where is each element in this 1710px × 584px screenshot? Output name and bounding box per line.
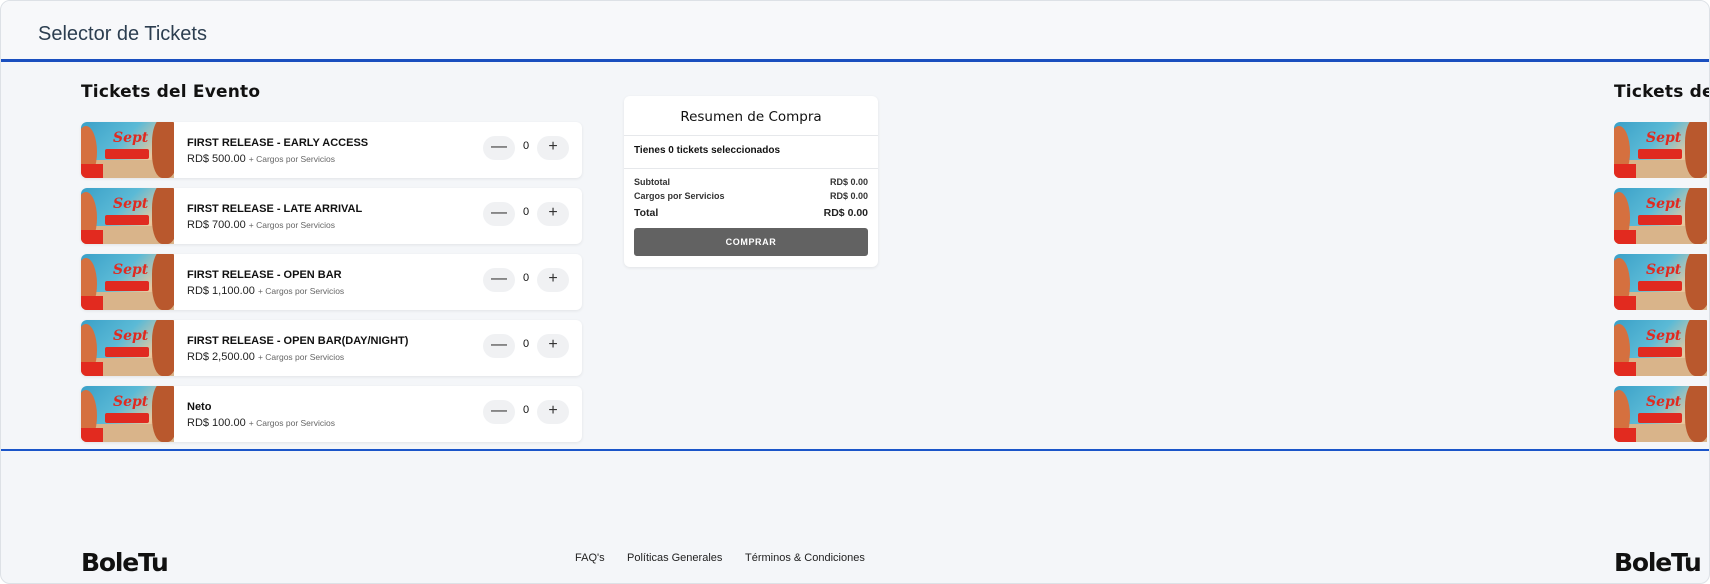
ticket-price: RD$ 2,500.00 + Cargos por Servicios	[187, 351, 344, 363]
event-image: Sept	[81, 188, 174, 244]
ticket-name: Neto	[187, 401, 212, 413]
buy-button[interactable]: COMPRAR	[634, 228, 868, 256]
event-image: Sept	[1614, 122, 1707, 178]
decrease-button[interactable]: —	[483, 400, 515, 424]
ticket-price: RD$ 500.00 + Cargos por Servicios	[187, 153, 335, 165]
brand-logo[interactable]: BoleTu	[1614, 548, 1702, 577]
brand-logo[interactable]: BoleTu	[81, 548, 169, 577]
event-image: Sept	[1614, 386, 1707, 442]
footer-link-policies[interactable]: Políticas Generales	[627, 552, 722, 564]
event-logo: Sept	[113, 394, 149, 410]
quantity-stepper: — 0 +	[483, 400, 569, 424]
event-logo: Sept	[113, 262, 149, 278]
ticket-name: FIRST RELEASE - LATE ARRIVAL	[187, 203, 363, 215]
ticket-price: RD$ 100.00 + Cargos por Servicios	[187, 417, 335, 429]
quantity-stepper: — 0 +	[483, 202, 569, 226]
ticket-price-value: RD$ 500.00	[187, 153, 246, 165]
ticket-row: Sept FIRST RELEASE - OPEN BAR RD$ 1,100.…	[81, 254, 582, 310]
quantity-value: 0	[522, 140, 530, 152]
event-image: Sept	[1614, 320, 1707, 376]
event-logo: Sept	[1646, 328, 1682, 344]
ticket-price-value: RD$ 100.00	[187, 417, 246, 429]
ticket-name: FIRST RELEASE - OPEN BAR	[187, 269, 342, 281]
ticket-fee-note: + Cargos por Servicios	[257, 352, 345, 362]
ticket-name: FIRST RELEASE - OPEN BAR(DAY/NIGHT)	[187, 335, 409, 347]
event-image: Sept	[81, 254, 174, 310]
page-footer: BoleTu FAQ's Políticas Generales Término…	[1, 453, 1709, 583]
increase-button[interactable]: +	[537, 400, 569, 424]
purchase-summary: Resumen de Compra Tienes 0 tickets selec…	[624, 96, 878, 267]
increase-button[interactable]: +	[537, 136, 569, 160]
ticket-row: Sept Neto RD$ 100.00 + Cargos por Servic…	[81, 386, 582, 442]
ticket-price: RD$ 1,100.00 + Cargos por Servicios	[187, 285, 344, 297]
quantity-value: 0	[522, 404, 530, 416]
event-logo: Sept	[1646, 262, 1682, 278]
decrease-button[interactable]: —	[483, 136, 515, 160]
quantity-value: 0	[522, 338, 530, 350]
quantity-stepper: — 0 +	[483, 136, 569, 160]
ticket-price: RD$ 700.00 + Cargos por Servicios	[187, 219, 335, 231]
decrease-button[interactable]: —	[483, 334, 515, 358]
subtotal-label: Subtotal	[634, 177, 670, 187]
ticket-fee-note: + Cargos por Servicios	[248, 418, 335, 428]
total-value: RD$ 0.00	[823, 207, 868, 219]
event-logo: Sept	[1646, 196, 1682, 212]
decrease-button[interactable]: —	[483, 202, 515, 226]
summary-title: Resumen de Compra	[680, 109, 822, 125]
footer-link-faq[interactable]: FAQ's	[575, 552, 605, 564]
increase-button[interactable]: +	[537, 334, 569, 358]
decrease-button[interactable]: —	[483, 268, 515, 292]
event-logo: Sept	[113, 328, 149, 344]
event-image: Sept	[1614, 254, 1707, 310]
quantity-value: 0	[522, 272, 530, 284]
event-image: Sept	[81, 386, 174, 442]
ticket-fee-note: + Cargos por Servicios	[248, 220, 335, 230]
duplicate-panel: Tickets del Evento Sept Sept Sept Sept S…	[1614, 62, 1709, 452]
footer-link-terms[interactable]: Términos & Condiciones	[745, 552, 865, 564]
total-label: Total	[634, 207, 659, 219]
ticket-price-value: RD$ 700.00	[187, 219, 246, 231]
ticket-row: Sept FIRST RELEASE - LATE ARRIVAL RD$ 70…	[81, 188, 582, 244]
selected-count: Tienes 0 tickets seleccionados	[634, 145, 781, 156]
duplicate-section-title: Tickets del Evento	[1614, 82, 1709, 102]
duplicate-ticket-list: Sept Sept Sept Sept Sept	[1614, 122, 1707, 452]
ticket-row: Sept FIRST RELEASE - OPEN BAR(DAY/NIGHT)…	[81, 320, 582, 376]
event-image: Sept	[81, 320, 174, 376]
ticket-price-value: RD$ 2,500.00	[187, 351, 255, 363]
page-frame: Selector de Tickets Tickets del Evento S…	[0, 0, 1710, 584]
quantity-stepper: — 0 +	[483, 268, 569, 292]
ticket-list: Sept FIRST RELEASE - EARLY ACCESS RD$ 50…	[81, 122, 582, 452]
tickets-section-title: Tickets del Evento	[81, 82, 261, 102]
divider	[624, 135, 878, 136]
fees-value: RD$ 0.00	[829, 191, 868, 201]
event-image: Sept	[1614, 188, 1707, 244]
ticket-fee-note: + Cargos por Servicios	[257, 286, 345, 296]
increase-button[interactable]: +	[537, 202, 569, 226]
page-title: Selector de Tickets	[38, 23, 207, 45]
main-content: Tickets del Evento Sept FIRST RELEASE - …	[1, 62, 1709, 452]
ticket-row: Sept FIRST RELEASE - EARLY ACCESS RD$ 50…	[81, 122, 582, 178]
quantity-stepper: — 0 +	[483, 334, 569, 358]
subtotal-value: RD$ 0.00	[829, 177, 868, 187]
event-logo: Sept	[1646, 394, 1682, 410]
divider	[624, 168, 878, 169]
page-header: Selector de Tickets	[1, 1, 1709, 62]
ticket-price-value: RD$ 1,100.00	[187, 285, 255, 297]
ticket-fee-note: + Cargos por Servicios	[248, 154, 335, 164]
quantity-value: 0	[522, 206, 530, 218]
ticket-name: FIRST RELEASE - EARLY ACCESS	[187, 137, 369, 149]
event-image: Sept	[81, 122, 174, 178]
fees-label: Cargos por Servicios	[634, 191, 725, 201]
event-logo: Sept	[113, 196, 149, 212]
increase-button[interactable]: +	[537, 268, 569, 292]
event-logo: Sept	[1646, 130, 1682, 146]
event-logo: Sept	[113, 130, 149, 146]
